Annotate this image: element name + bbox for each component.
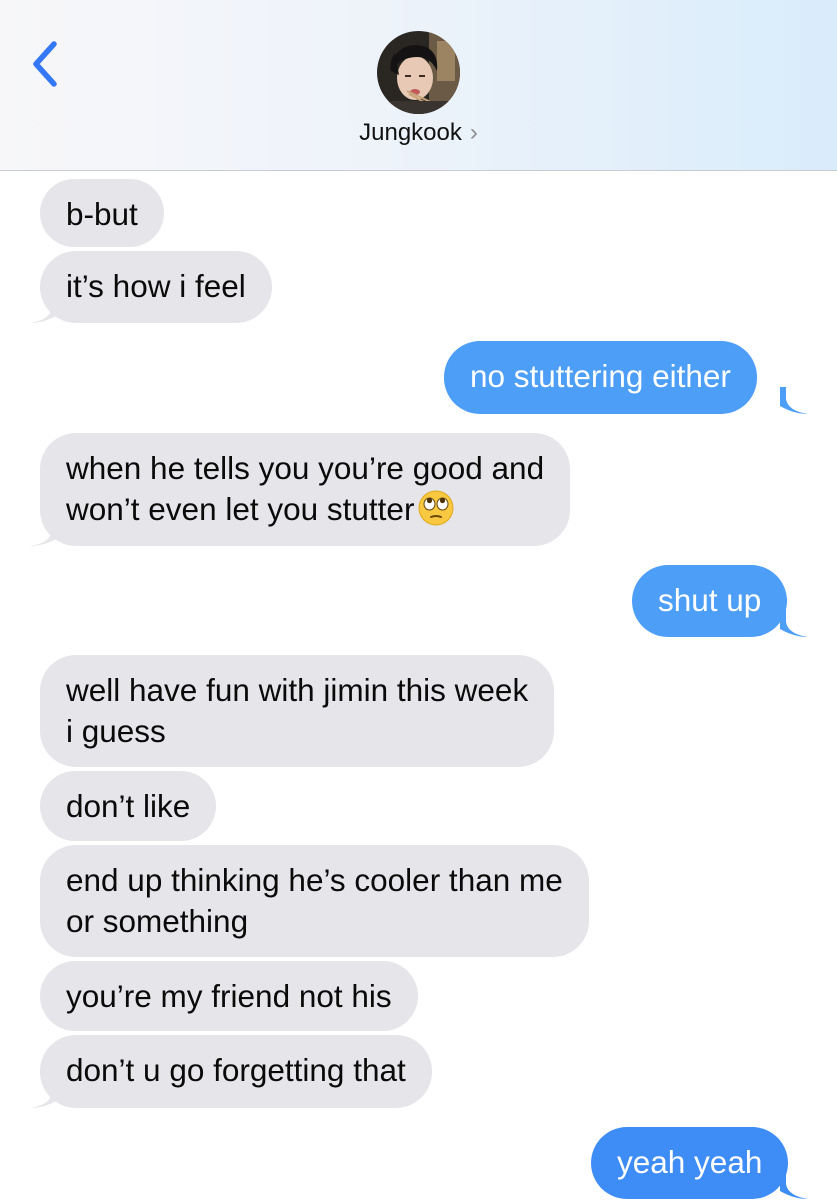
- incoming-message[interactable]: don’t like: [40, 771, 217, 841]
- avatar-photo: [377, 31, 460, 114]
- incoming-bubble-tail: [30, 519, 58, 546]
- contact-name-button[interactable]: Jungkook ›: [0, 119, 837, 147]
- message-text: b-but: [66, 196, 138, 232]
- incoming-message[interactable]: well have fun with jimin this week i gue…: [40, 655, 555, 767]
- message-line: end up thinking he’s cooler than me: [66, 862, 563, 898]
- incoming-message[interactable]: when he tells you you’re good and won’t …: [40, 433, 571, 546]
- outgoing-message[interactable]: shut up: [632, 565, 788, 637]
- outgoing-bubble-tail: [780, 1172, 808, 1199]
- incoming-message[interactable]: it’s how i feel: [40, 251, 272, 323]
- message-line: or something: [66, 903, 249, 939]
- message-text: you’re my friend not his: [66, 978, 392, 1014]
- incoming-message[interactable]: don’t u go forgetting that: [40, 1035, 432, 1108]
- contact-name: Jungkook: [359, 119, 462, 146]
- outgoing-message[interactable]: no stuttering either: [444, 341, 757, 414]
- incoming-bubble-tail: [30, 296, 58, 323]
- outgoing-message[interactable]: yeah yeah: [591, 1127, 789, 1199]
- outgoing-bubble-tail: [780, 610, 808, 637]
- conversation-header: Jungkook ›: [0, 0, 837, 171]
- back-button[interactable]: [24, 36, 68, 92]
- message-line-with-emoji: won’t even let you stutter: [66, 489, 544, 536]
- incoming-bubble-tail: [30, 1081, 58, 1108]
- incoming-message[interactable]: you’re my friend not his: [40, 961, 418, 1031]
- incoming-message[interactable]: end up thinking he’s cooler than me or s…: [40, 845, 589, 957]
- message-line: i guess: [66, 713, 166, 749]
- face-with-rolling-eyes-icon: [418, 490, 454, 536]
- message-line: well have fun with jimin this week: [66, 672, 529, 708]
- incoming-message[interactable]: b-but: [40, 179, 164, 247]
- chevron-left-icon: [33, 41, 57, 87]
- message-text: don’t like: [66, 788, 191, 824]
- message-text: no stuttering either: [470, 358, 731, 394]
- contact-avatar[interactable]: [377, 31, 460, 114]
- message-text: shut up: [658, 582, 762, 618]
- message-text: yeah yeah: [617, 1144, 763, 1180]
- message-line: won’t even let you stutter: [66, 491, 415, 527]
- message-text: don’t u go forgetting that: [66, 1052, 406, 1088]
- message-text: it’s how i feel: [66, 268, 246, 304]
- chevron-right-icon: ›: [469, 119, 478, 146]
- message-line: when he tells you you’re good and: [66, 450, 545, 486]
- outgoing-bubble-tail: [780, 387, 808, 414]
